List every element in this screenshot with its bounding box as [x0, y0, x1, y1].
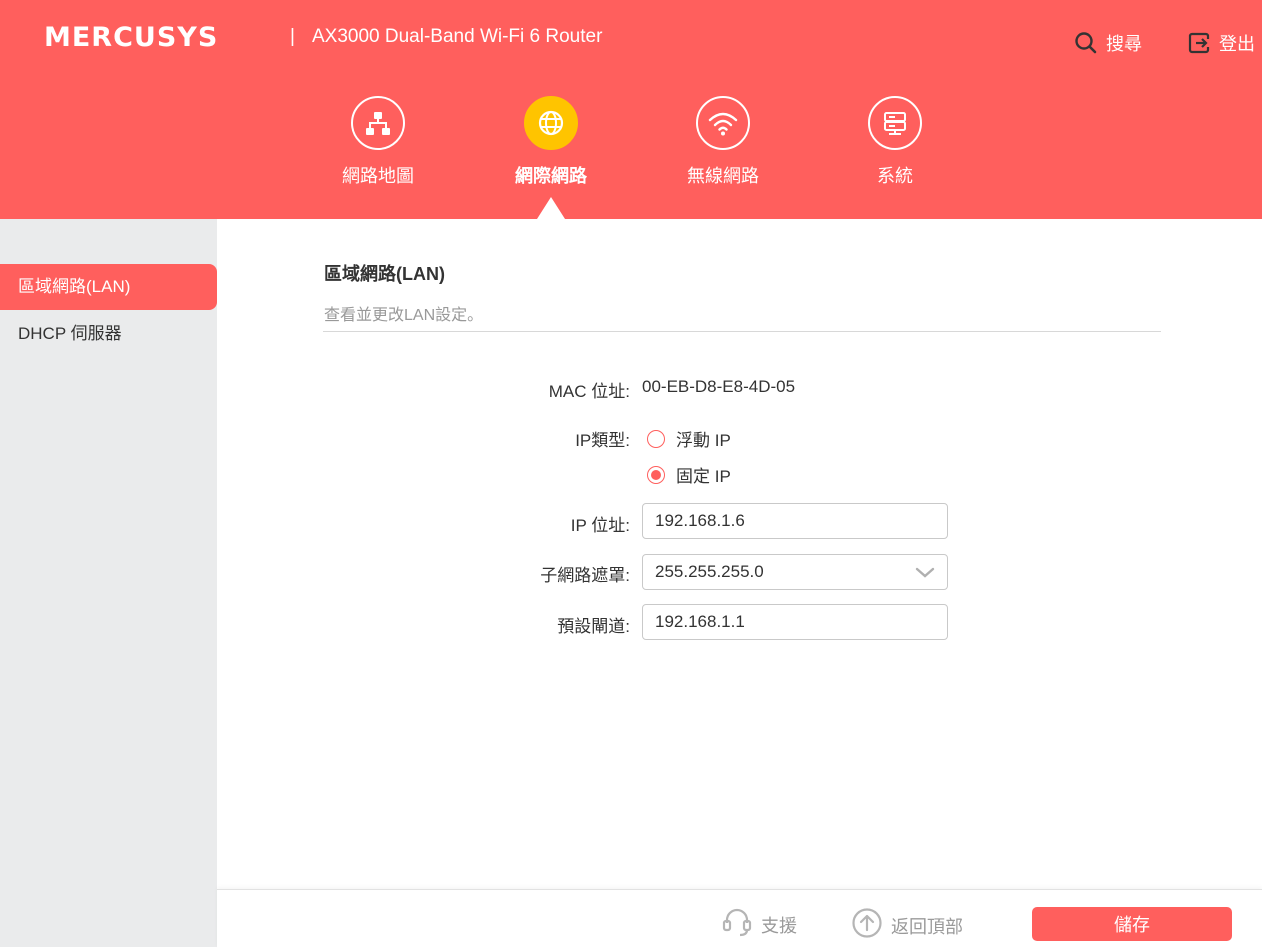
mac-value: 00-EB-D8-E8-4D-05	[642, 377, 796, 396]
router-model: AX3000 Dual-Band Wi-Fi 6 Router	[312, 26, 603, 47]
back-to-top-label: 返回頂部	[891, 916, 963, 937]
search-label: 搜尋	[1106, 34, 1142, 54]
radio-button-selected[interactable]	[647, 465, 665, 484]
logout-label: 登出	[1219, 34, 1255, 54]
footer: 支援 返回頂部 儲存	[217, 889, 1262, 948]
active-tab-pointer	[537, 197, 565, 219]
logout-icon	[1187, 31, 1211, 55]
sidebar-item-dhcp-server[interactable]: DHCP 伺服器	[0, 311, 217, 357]
save-button[interactable]: 儲存	[1032, 907, 1232, 941]
tab-label: 網路地圖	[342, 166, 414, 186]
section-description: 查看並更改LAN設定。	[324, 307, 484, 324]
ip-address-label: IP 位址:	[570, 516, 630, 535]
wifi-icon	[696, 96, 750, 150]
support-label: 支援	[761, 915, 797, 936]
back-to-top-link[interactable]: 返回頂部	[851, 907, 963, 944]
globe-icon	[524, 96, 578, 150]
arrow-up-circle-icon	[851, 907, 883, 944]
gateway-label: 預設閘道:	[557, 617, 630, 636]
subnet-mask-select[interactable]: 255.255.255.0	[642, 554, 948, 590]
sidebar-item-lan[interactable]: 區域網路(LAN)	[0, 264, 217, 310]
system-icon	[868, 96, 922, 150]
tab-network-map[interactable]: 網路地圖	[318, 96, 438, 188]
gateway-input[interactable]	[642, 604, 948, 640]
subnet-mask-label: 子網路遮罩:	[540, 566, 630, 585]
mac-label: MAC 位址:	[548, 382, 630, 401]
main-content: 區域網路(LAN) 查看並更改LAN設定。 MAC 位址: 00-EB-D8-E…	[217, 219, 1262, 889]
search-icon	[1074, 31, 1098, 55]
tab-label: 網際網路	[515, 166, 587, 186]
tab-system[interactable]: 系統	[835, 96, 955, 188]
section-title: 區域網路(LAN)	[324, 264, 445, 284]
ip-type-label: IP類型:	[575, 431, 630, 450]
brand-logo: MERCUSYS	[44, 22, 219, 53]
radio-dynamic-ip[interactable]: 浮動 IP	[647, 426, 731, 451]
tab-label: 無線網路	[687, 166, 759, 186]
ip-address-input[interactable]	[642, 503, 948, 539]
header-separator: |	[290, 26, 295, 47]
network-map-icon	[351, 96, 405, 150]
radio-label: 固定 IP	[676, 467, 731, 486]
chevron-down-icon	[915, 564, 935, 585]
tab-wireless[interactable]: 無線網路	[663, 96, 783, 188]
tab-internet[interactable]: 網際網路	[491, 96, 611, 188]
support-link[interactable]: 支援	[721, 907, 797, 942]
subnet-mask-value: 255.255.255.0	[655, 562, 764, 581]
headset-icon	[721, 907, 753, 942]
logout-button[interactable]: 登出	[1187, 30, 1255, 56]
radio-button[interactable]	[647, 429, 665, 448]
header: MERCUSYS | AX3000 Dual-Band Wi-Fi 6 Rout…	[0, 0, 1262, 219]
divider	[323, 331, 1161, 332]
radio-label: 浮動 IP	[676, 431, 731, 450]
radio-static-ip[interactable]: 固定 IP	[647, 462, 731, 487]
tab-label: 系統	[877, 166, 913, 186]
search-button[interactable]: 搜尋	[1074, 30, 1142, 56]
sidebar: 區域網路(LAN) DHCP 伺服器	[0, 219, 217, 947]
